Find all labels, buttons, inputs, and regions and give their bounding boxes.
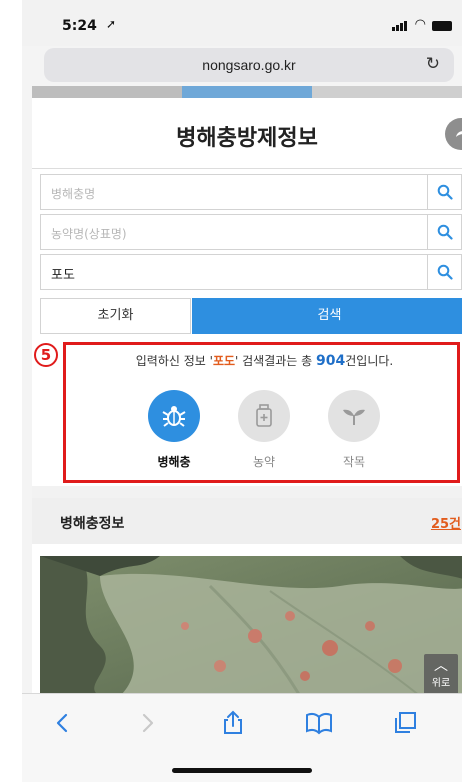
search-icon[interactable] bbox=[427, 255, 461, 289]
forward-icon[interactable] bbox=[132, 708, 162, 738]
search-button[interactable]: 검색 bbox=[192, 298, 462, 334]
tabs-icon[interactable] bbox=[390, 708, 420, 738]
url-text: nongsaro.go.kr bbox=[202, 57, 296, 73]
battery-icon bbox=[432, 21, 452, 31]
scroll-top-button[interactable]: ︿ 위로 bbox=[424, 654, 458, 693]
pest-name-field[interactable]: 병해충명 bbox=[40, 174, 462, 210]
share-icon[interactable] bbox=[218, 708, 248, 738]
browser-toolbar bbox=[22, 693, 462, 782]
pest-name-placeholder: 병해충명 bbox=[51, 187, 96, 201]
section-title: 병해충정보 bbox=[60, 516, 125, 532]
crop-name-value: 포도 bbox=[51, 268, 75, 283]
top-tab-strip bbox=[32, 86, 462, 98]
category-pest[interactable]: 병해충 bbox=[139, 390, 209, 470]
page-content: 병해충방제정보 병해충명 농약명(상표명) 포도 초기화 검색 5 입력하신 정… bbox=[32, 98, 462, 693]
reset-button[interactable]: 초기화 bbox=[40, 298, 191, 334]
search-icon[interactable] bbox=[427, 215, 461, 249]
result-prefix: 입력하신 정보 ' bbox=[135, 354, 213, 368]
pesticide-name-field[interactable]: 농약명(상표명) bbox=[40, 214, 462, 250]
grape-leaf-image bbox=[40, 556, 462, 693]
section-gap bbox=[32, 486, 462, 498]
wifi-icon: ◠ bbox=[414, 17, 426, 32]
section-count-link[interactable]: 25건 bbox=[431, 513, 461, 532]
annotation-number: 5 bbox=[34, 343, 58, 367]
pesticide-bottle-icon bbox=[256, 404, 272, 427]
bug-icon bbox=[162, 406, 186, 427]
chevron-up-icon: ︿ bbox=[434, 658, 448, 674]
location-arrow-icon: ➚ bbox=[106, 17, 117, 31]
crop-name-field[interactable]: 포도 bbox=[40, 254, 462, 290]
category-label: 병해충 bbox=[157, 455, 191, 469]
scroll-top-label: 위로 bbox=[431, 678, 451, 689]
pesticide-name-placeholder: 농약명(상표명) bbox=[51, 227, 127, 241]
title-divider bbox=[32, 168, 462, 169]
status-time: 5:24 bbox=[62, 18, 97, 34]
page-title: 병해충방제정보 bbox=[176, 126, 318, 151]
signal-bars-icon bbox=[392, 21, 408, 31]
back-icon[interactable] bbox=[48, 708, 78, 738]
category-label: 작목 bbox=[342, 455, 366, 469]
result-middle: ' 검색결과는 총 bbox=[235, 354, 317, 368]
search-result-box: 입력하신 정보 '포도' 검색결과는 총 904건입니다. 병해충 농약 작목 bbox=[63, 342, 460, 483]
pest-info-header: 병해충정보 25건 bbox=[32, 498, 462, 544]
category-pesticide[interactable]: 농약 bbox=[229, 390, 299, 470]
reload-icon[interactable]: ↻ bbox=[426, 54, 440, 74]
sprout-icon bbox=[343, 409, 365, 425]
pest-photo[interactable] bbox=[40, 556, 462, 693]
address-bar[interactable]: nongsaro.go.kr ↻ bbox=[44, 48, 454, 82]
result-summary: 입력하신 정보 '포도' 검색결과는 총 904건입니다. bbox=[66, 352, 462, 369]
result-keyword: 포도 bbox=[212, 354, 236, 368]
bookmarks-icon[interactable] bbox=[304, 708, 334, 738]
category-crop[interactable]: 작목 bbox=[319, 390, 389, 470]
result-count: 904 bbox=[316, 353, 346, 369]
result-suffix: 건입니다. bbox=[345, 354, 394, 368]
category-label: 농약 bbox=[252, 455, 276, 469]
phone-screen: 5:24 ➚ ◠ nongsaro.go.kr ↻ 병해충방제정보 병해충명 농… bbox=[22, 0, 462, 782]
search-icon[interactable] bbox=[427, 175, 461, 209]
home-indicator bbox=[172, 768, 312, 773]
status-bar: 5:24 ➚ ◠ bbox=[22, 0, 462, 46]
